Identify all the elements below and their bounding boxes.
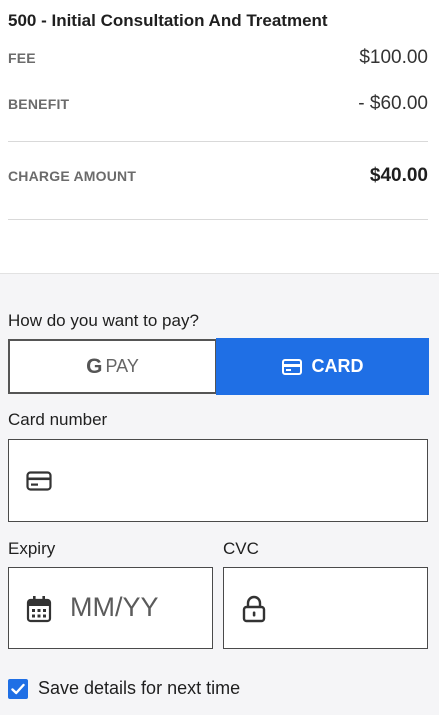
charge-summary: 500 - Initial Consultation And Treatment… bbox=[0, 0, 439, 273]
cvc-input[interactable] bbox=[223, 567, 428, 649]
expiry-input[interactable]: MM/YY bbox=[8, 567, 213, 649]
cvc-label: CVC bbox=[223, 539, 259, 558]
payment-method-question: How do you want to pay? bbox=[8, 311, 199, 330]
benefit-value: - $60.00 bbox=[358, 93, 428, 114]
save-details-option[interactable]: Save details for next time bbox=[8, 678, 240, 699]
save-details-label: Save details for next time bbox=[38, 678, 241, 698]
fee-label: FEE bbox=[8, 50, 36, 66]
save-details-checkbox[interactable] bbox=[8, 678, 28, 699]
charge-amount-label: CHARGE AMOUNT bbox=[8, 168, 137, 184]
benefit-label: BENEFIT bbox=[8, 96, 70, 112]
card-button[interactable]: CARD bbox=[216, 338, 429, 395]
lock-icon bbox=[241, 595, 267, 628]
card-number-input[interactable] bbox=[8, 439, 428, 522]
checkmark-icon bbox=[11, 683, 25, 694]
card-number-label: Card number bbox=[8, 410, 108, 429]
expiry-label: Expiry bbox=[8, 539, 56, 558]
google-pay-label: PAY bbox=[105, 356, 139, 376]
expiry-placeholder: MM/YY bbox=[70, 592, 159, 622]
credit-card-icon bbox=[26, 471, 52, 496]
payment-method-toggle: G PAY CARD bbox=[8, 338, 429, 395]
google-pay-button[interactable]: G PAY bbox=[8, 339, 217, 394]
divider bbox=[8, 219, 428, 220]
charge-amount-value: $40.00 bbox=[369, 165, 428, 186]
fee-value: $100.00 bbox=[359, 47, 428, 68]
divider bbox=[8, 141, 428, 142]
card-label: CARD bbox=[311, 356, 364, 376]
calendar-icon bbox=[26, 595, 52, 628]
service-title: 500 - Initial Consultation And Treatment bbox=[8, 11, 328, 30]
credit-card-icon bbox=[281, 358, 302, 375]
google-g-icon: G bbox=[86, 354, 103, 378]
